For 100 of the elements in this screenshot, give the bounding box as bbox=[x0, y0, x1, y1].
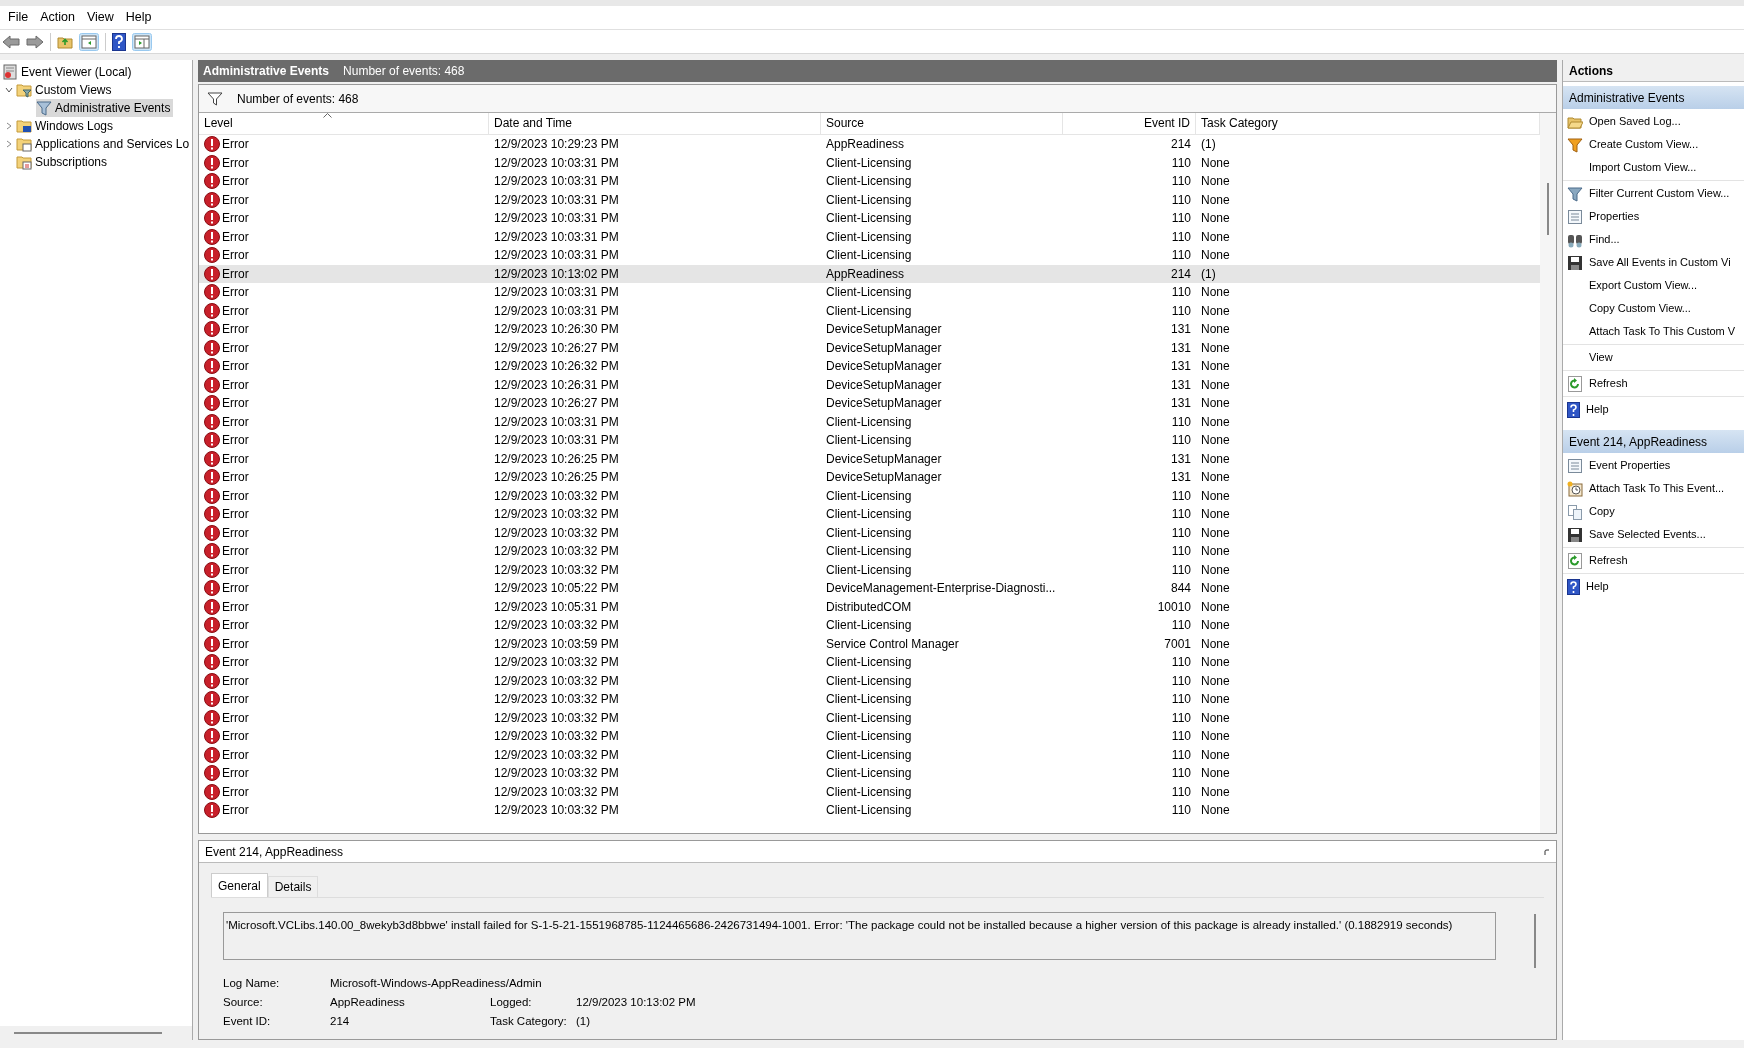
command-link[interactable]: Save Selected Events... bbox=[1563, 523, 1744, 546]
table-row[interactable]: Error 12/9/2023 10:05:22 PM DeviceManagement-Enterprise-Diagnosti... 844 None bbox=[199, 579, 1540, 598]
column-header[interactable]: Event ID bbox=[1063, 113, 1196, 134]
details-tab[interactable]: General bbox=[211, 873, 268, 897]
table-cell-text: Client-Licensing bbox=[826, 191, 912, 209]
table-row[interactable]: Error 12/9/2023 10:26:25 PM DeviceSetupManager 131 None bbox=[199, 468, 1540, 487]
command-link[interactable]: Copy Custom View... bbox=[1563, 297, 1744, 320]
command-link[interactable]: Event Properties bbox=[1563, 454, 1744, 477]
menu-item[interactable]: View bbox=[80, 8, 120, 27]
table-cell-text: None bbox=[1201, 543, 1230, 561]
table-row[interactable]: Error 12/9/2023 10:03:32 PM Client-Licensing 110 None bbox=[199, 505, 1540, 524]
tree-item[interactable]: Administrative Events bbox=[36, 99, 174, 117]
table-row[interactable]: Error 12/9/2023 10:03:31 PM Client-Licensing 110 None bbox=[199, 172, 1540, 191]
field-value: 12/9/2023 10:13:02 PM bbox=[576, 994, 696, 1010]
table-row[interactable]: Error 12/9/2023 10:03:32 PM Client-Licensing 110 None bbox=[199, 782, 1540, 801]
error-icon bbox=[204, 358, 220, 375]
table-row[interactable]: Error 12/9/2023 10:03:32 PM Client-Licensing 110 None bbox=[199, 523, 1540, 542]
table-row[interactable]: Error 12/9/2023 10:13:02 PM AppReadiness 214 (1) bbox=[199, 264, 1540, 283]
table-row[interactable]: Error 12/9/2023 10:03:31 PM Client-Licensing 110 None bbox=[199, 227, 1540, 246]
show-pane-icon[interactable] bbox=[79, 32, 99, 51]
table-row[interactable]: Error 12/9/2023 10:03:31 PM Client-Licensing 110 None bbox=[199, 301, 1540, 320]
table-row[interactable]: Error 12/9/2023 10:26:25 PM DeviceSetupManager 131 None bbox=[199, 449, 1540, 468]
table-cell-text: 110 bbox=[1171, 783, 1191, 801]
horizontal-scrollbar[interactable] bbox=[14, 1032, 162, 1034]
table-cell-text: DeviceSetupManager bbox=[826, 469, 942, 487]
table-cell-text: None bbox=[1201, 376, 1230, 394]
table-row[interactable]: Error 12/9/2023 10:26:27 PM DeviceSetupManager 131 None bbox=[199, 394, 1540, 413]
column-header[interactable]: Date and Time bbox=[489, 113, 821, 134]
tree-item[interactable]: Applications and Services Lo bbox=[16, 135, 193, 153]
error-icon bbox=[204, 321, 220, 338]
command-link[interactable]: Attach Task To This Event... bbox=[1563, 477, 1744, 500]
column-header[interactable]: Level bbox=[199, 113, 489, 134]
back-icon[interactable] bbox=[2, 34, 20, 49]
table-row[interactable]: Error 12/9/2023 10:03:32 PM Client-Licensing 110 None bbox=[199, 616, 1540, 635]
table-row[interactable]: Error 12/9/2023 10:03:32 PM Client-Licensing 110 None bbox=[199, 690, 1540, 709]
field-label: Log Name: bbox=[223, 975, 281, 991]
expand-chevron-icon[interactable] bbox=[5, 140, 13, 148]
table-row[interactable]: Error 12/9/2023 10:03:59 PM Service Control Manager 7001 None bbox=[199, 634, 1540, 653]
command-link[interactable]: Refresh bbox=[1563, 549, 1744, 572]
command-link[interactable]: View bbox=[1563, 346, 1744, 369]
table-row[interactable]: Error 12/9/2023 10:03:31 PM Client-Licensing 110 None bbox=[199, 246, 1540, 265]
command-link[interactable]: Export Custom View... bbox=[1563, 274, 1744, 297]
table-row[interactable]: Error 12/9/2023 10:05:31 PM DistributedCOM 10010 None bbox=[199, 597, 1540, 616]
table-row[interactable]: Error 12/9/2023 10:03:32 PM Client-Licensing 110 None bbox=[199, 745, 1540, 764]
command-link[interactable]: Copy bbox=[1563, 500, 1744, 523]
table-cell-text: None bbox=[1201, 154, 1230, 172]
command-link[interactable]: Find... bbox=[1563, 228, 1744, 251]
menu-item[interactable]: File bbox=[2, 8, 35, 27]
collapse-chevron-icon[interactable] bbox=[5, 86, 13, 94]
table-row[interactable]: Error 12/9/2023 10:03:31 PM Client-Licensing 110 None bbox=[199, 412, 1540, 431]
command-link[interactable]: Attach Task To This Custom V bbox=[1563, 320, 1744, 343]
table-row[interactable]: Error 12/9/2023 10:03:32 PM Client-Licensing 110 None bbox=[199, 542, 1540, 561]
table-row[interactable]: Error 12/9/2023 10:26:30 PM DeviceSetupManager 131 None bbox=[199, 320, 1540, 339]
details-tab[interactable]: Details bbox=[267, 876, 319, 897]
command-link[interactable]: Properties bbox=[1563, 205, 1744, 228]
table-row[interactable]: Error 12/9/2023 10:26:27 PM DeviceSetupManager 131 None bbox=[199, 338, 1540, 357]
command-link[interactable]: Import Custom View... bbox=[1563, 156, 1744, 179]
tree-item[interactable]: Windows Logs bbox=[16, 117, 117, 135]
table-row[interactable]: Error 12/9/2023 10:26:32 PM DeviceSetupManager 131 None bbox=[199, 357, 1540, 376]
table-row[interactable]: Error 12/9/2023 10:03:31 PM Client-Licensing 110 None bbox=[199, 431, 1540, 450]
table-row[interactable]: Error 12/9/2023 10:03:32 PM Client-Licensing 110 None bbox=[199, 801, 1540, 820]
tree-item[interactable]: Subscriptions bbox=[16, 153, 111, 171]
table-row[interactable]: Error 12/9/2023 10:03:32 PM Client-Licensing 110 None bbox=[199, 764, 1540, 783]
table-cell-text: Error bbox=[222, 728, 249, 746]
command-link[interactable]: Help bbox=[1563, 575, 1744, 598]
command-link[interactable]: Open Saved Log... bbox=[1563, 110, 1744, 133]
table-row[interactable]: Error 12/9/2023 10:03:32 PM Client-Licensing 110 None bbox=[199, 653, 1540, 672]
menu-item[interactable]: Help bbox=[119, 8, 158, 27]
details-scrollbar[interactable] bbox=[1534, 914, 1536, 968]
table-row[interactable]: Error 12/9/2023 10:03:32 PM Client-Licensing 110 None bbox=[199, 727, 1540, 746]
table-row[interactable]: Error 12/9/2023 10:03:31 PM Client-Licensing 110 None bbox=[199, 190, 1540, 209]
table-row[interactable]: Error 12/9/2023 10:03:31 PM Client-Licensing 110 None bbox=[199, 283, 1540, 302]
table-cell-text: Error bbox=[222, 136, 249, 154]
help-icon[interactable] bbox=[112, 32, 126, 51]
tree-item[interactable]: Custom Views bbox=[16, 81, 115, 99]
table-row[interactable]: Error 12/9/2023 10:03:32 PM Client-Licensing 110 None bbox=[199, 486, 1540, 505]
command-link[interactable]: Create Custom View... bbox=[1563, 133, 1744, 156]
tree-item[interactable]: Event Viewer (Local) bbox=[2, 63, 135, 81]
table-row[interactable]: Error 12/9/2023 10:03:31 PM Client-Licensing 110 None bbox=[199, 209, 1540, 228]
command-link[interactable]: Filter Current Custom View... bbox=[1563, 182, 1744, 205]
table-row[interactable]: Error 12/9/2023 10:26:31 PM DeviceSetupManager 131 None bbox=[199, 375, 1540, 394]
table-row[interactable]: Error 12/9/2023 10:03:32 PM Client-Licensing 110 None bbox=[199, 671, 1540, 690]
menu-item[interactable]: Action bbox=[34, 8, 81, 27]
table-cell-text: None bbox=[1201, 413, 1230, 431]
expand-chevron-icon[interactable] bbox=[5, 122, 13, 130]
column-header[interactable]: Source bbox=[821, 113, 1063, 134]
table-cell-text: Client-Licensing bbox=[826, 561, 912, 579]
table-row[interactable]: Error 12/9/2023 10:03:31 PM Client-Licensing 110 None bbox=[199, 153, 1540, 172]
table-row[interactable]: Error 12/9/2023 10:03:32 PM Client-Licensing 110 None bbox=[199, 708, 1540, 727]
command-link[interactable]: Help bbox=[1563, 398, 1744, 421]
command-link[interactable]: Save All Events in Custom Vi bbox=[1563, 251, 1744, 274]
sort-caret-icon bbox=[323, 113, 332, 118]
table-cell-text: Client-Licensing bbox=[826, 802, 912, 820]
action-pane-icon[interactable] bbox=[132, 32, 152, 51]
table-row[interactable]: Error 12/9/2023 10:29:23 PM AppReadiness 214 (1) bbox=[199, 135, 1540, 154]
table-row[interactable]: Error 12/9/2023 10:03:32 PM Client-Licensing 110 None bbox=[199, 560, 1540, 579]
command-link[interactable]: Refresh bbox=[1563, 372, 1744, 395]
vertical-scrollbar[interactable] bbox=[1547, 183, 1549, 235]
forward-icon[interactable] bbox=[26, 34, 44, 49]
table-cell-text: 844 bbox=[1170, 580, 1191, 598]
